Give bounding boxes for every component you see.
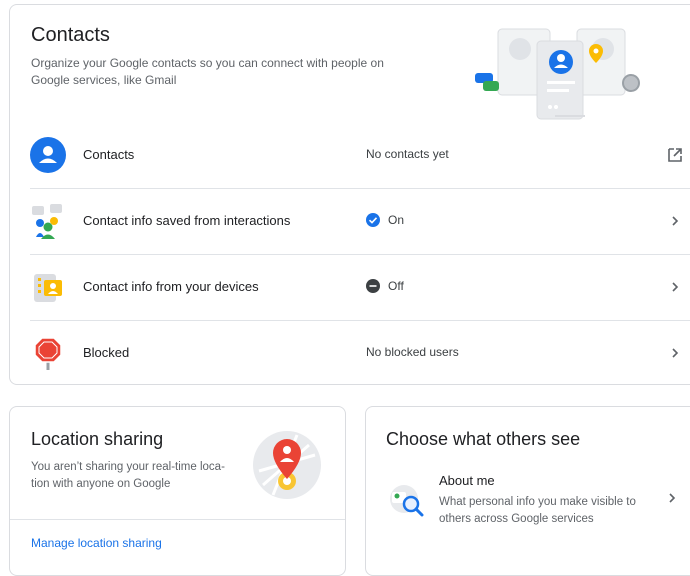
divider (10, 519, 345, 520)
location-description: You aren’t sharing your real-time loca-t… (31, 461, 225, 490)
row-label: Contact info saved from interactions (83, 213, 291, 228)
section-description: Organize your Google contacts so you can… (31, 56, 384, 87)
interactions-icon (32, 204, 62, 239)
chevron-right-icon[interactable] (666, 278, 684, 296)
status-on: On (366, 213, 404, 227)
contacts-card: Contacts Organize your Google contacts s… (9, 4, 690, 385)
choose-title: Choose what others see (386, 429, 581, 449)
chevron-right-icon[interactable] (666, 212, 684, 230)
about-me-description: What personal info you make visible to o… (439, 496, 636, 525)
chevron-right-icon[interactable] (663, 489, 681, 507)
open-in-new-icon[interactable] (666, 146, 684, 164)
about-me-icon (390, 485, 424, 517)
status-off: Off (366, 279, 404, 293)
section-title: Contacts (31, 24, 110, 46)
check-circle-icon (366, 213, 380, 227)
row-label: Contacts (83, 147, 135, 162)
choose-what-others-see-card: Choose what others see About me What per… (365, 406, 690, 576)
row-value: No blocked users (366, 345, 459, 359)
contacts-illustration (475, 28, 640, 120)
row-value: No contacts yet (366, 147, 449, 161)
device-contacts-icon (34, 274, 62, 302)
row-label: Contact info from your devices (83, 279, 259, 294)
contacts-row[interactable]: Contacts No contacts yet (30, 122, 690, 189)
devices-row[interactable]: Contact info from your devices Off (30, 254, 690, 321)
chevron-right-icon[interactable] (666, 344, 684, 362)
about-me-title[interactable]: About me (439, 473, 495, 488)
row-label: Blocked (83, 345, 130, 360)
location-title: Location sharing (31, 429, 164, 449)
person-icon (30, 137, 66, 173)
location-sharing-card: Location sharing You aren’t sharing your… (9, 406, 346, 576)
manage-location-sharing-link[interactable]: Manage location sharing (31, 536, 162, 550)
location-pin-icon (253, 431, 321, 499)
stop-sign-icon (34, 337, 62, 370)
interactions-row[interactable]: Contact info saved from interactions On (30, 188, 690, 255)
blocked-row[interactable]: Blocked No blocked users (30, 320, 690, 386)
minus-circle-icon (366, 279, 380, 293)
